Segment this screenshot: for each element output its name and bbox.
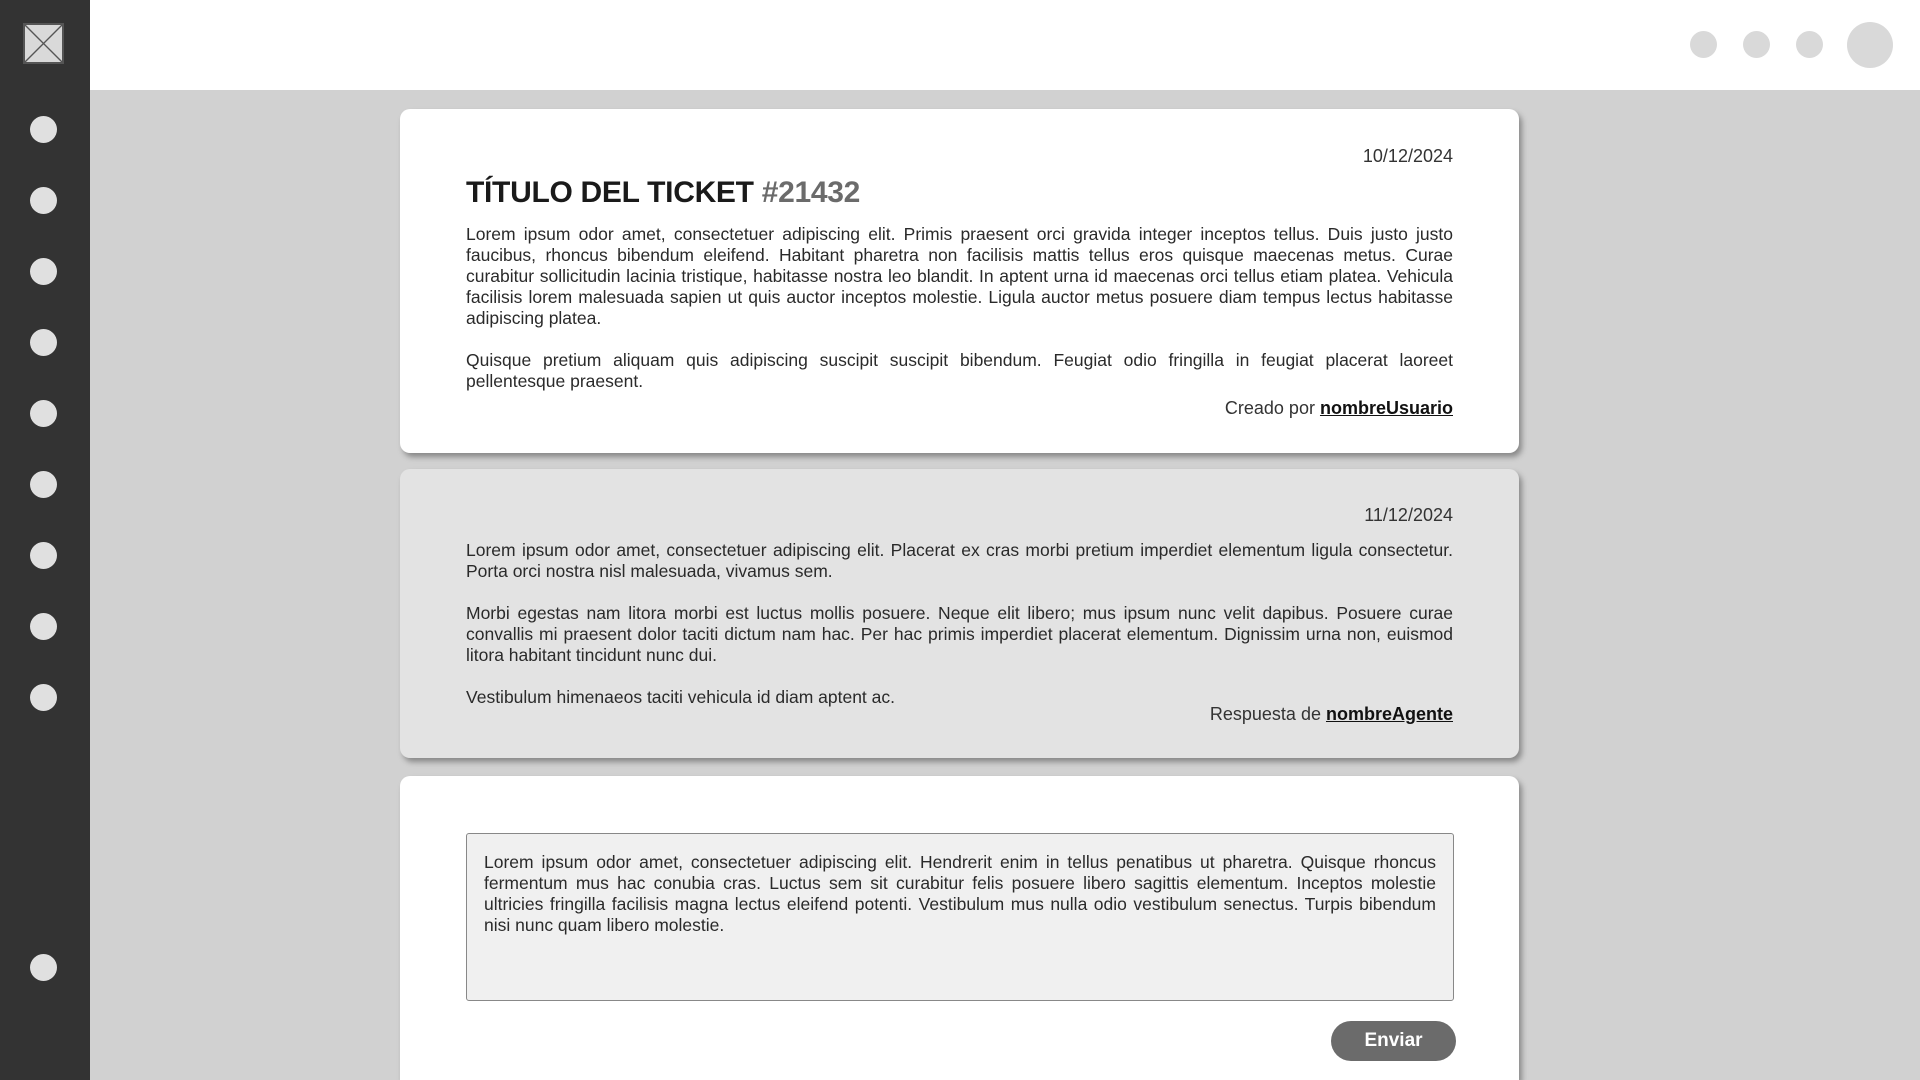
ticket-paragraph-2: Quisque pretium aliquam quis adipiscing … [466,350,1453,391]
response-paragraph-2: Morbi egestas nam litora morbi est luctu… [466,603,1453,665]
send-button[interactable]: Enviar [1331,1021,1456,1061]
response-paragraph-1: Lorem ipsum odor amet, consectetuer adip… [466,540,1453,581]
sidebar-nav-item-4-icon[interactable] [30,329,57,356]
sidebar-nav-item-3-icon[interactable] [30,258,57,285]
sidebar-nav-item-2-icon[interactable] [30,187,57,214]
ticket-date: 10/12/2024 [1362,146,1453,166]
sidebar-nav-item-6-icon[interactable] [30,471,57,498]
sidebar-nav-item-9-icon[interactable] [30,684,57,711]
response-by-label: Respuesta de [1209,704,1321,724]
sidebar [0,0,90,1080]
ticket-number: #21432 [761,176,861,209]
ticket-paragraph-1: Lorem ipsum odor amet, consectetuer adip… [466,224,1453,328]
sidebar-nav-item-7-icon[interactable] [30,542,57,569]
created-by-user-link[interactable]: nombreUsuario [1320,398,1453,418]
top-bar [90,0,1920,90]
sidebar-nav-bottom-icon[interactable] [30,954,57,981]
ticket-card: 10/12/2024 TÍTULO DEL TICKET #21432 Lore… [400,109,1519,453]
topbar-action-3-icon[interactable] [1796,31,1823,58]
created-by-label: Creado por [1224,398,1315,418]
response-card: 11/12/2024 Lorem ipsum odor amet, consec… [400,469,1519,758]
sidebar-nav-item-8-icon[interactable] [30,613,57,640]
reply-textarea[interactable]: Lorem ipsum odor amet, consectetuer adip… [466,833,1454,1001]
ticket-title-text: TÍTULO DEL TICKET [466,176,754,209]
response-agent-link[interactable]: nombreAgente [1326,704,1453,724]
ticket-created-by: Creado por nombreUsuario [466,398,1453,419]
topbar-action-2-icon[interactable] [1743,31,1770,58]
user-avatar[interactable] [1847,22,1893,68]
reply-card: Lorem ipsum odor amet, consectetuer adip… [400,776,1519,1080]
response-date: 11/12/2024 [1364,505,1453,525]
sidebar-nav-item-5-icon[interactable] [30,400,57,427]
topbar-action-1-icon[interactable] [1690,31,1717,58]
logo-placeholder-icon[interactable] [23,23,64,64]
ticket-title: TÍTULO DEL TICKET #21432 [466,176,1453,210]
sidebar-nav-item-1-icon[interactable] [30,116,57,143]
